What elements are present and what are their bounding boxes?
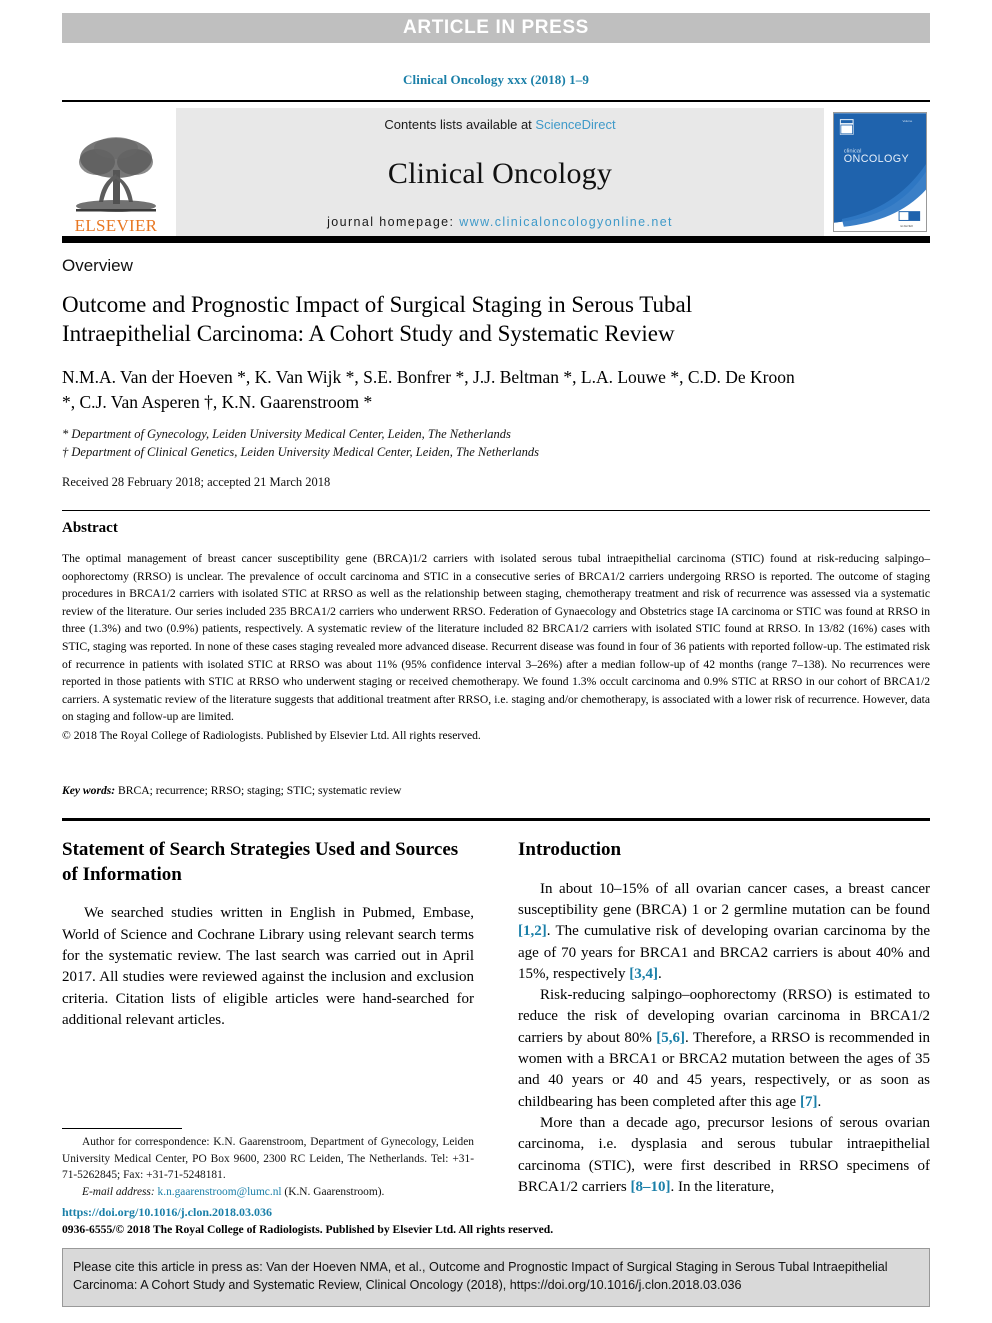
svg-text:ONCOLOGY: ONCOLOGY [844, 153, 909, 165]
keywords-label: Key words: [62, 784, 116, 797]
citation-ref-3-4[interactable]: [3,4] [629, 966, 658, 982]
page-title: Outcome and Prognostic Impact of Surgica… [62, 292, 693, 347]
email-label: E-mail address: [82, 1185, 155, 1198]
intro-p1-text-c: . [657, 965, 662, 982]
abstract-section: Abstract The optimal management of breas… [62, 520, 930, 745]
keywords-line: Key words: BRCA; recurrence; RRSO; stagi… [62, 784, 930, 797]
abstract-heading: Abstract [62, 520, 118, 536]
citation-ref-5-6[interactable]: [5,6] [656, 1030, 685, 1046]
article-in-press-banner: ARTICLE IN PRESS [62, 13, 930, 43]
homepage-prefix: journal homepage: [327, 215, 460, 229]
correspondence-text: Author for correspondence: K.N. Gaarenst… [62, 1136, 474, 1182]
paper-page: ARTICLE IN PRESS Clinical Oncology xxx (… [0, 0, 992, 1323]
intro-p3-text-b: . In the literature, [670, 1178, 775, 1195]
intro-paragraph-3: More than a decade ago, precursor lesion… [518, 1113, 930, 1198]
email-link[interactable]: k.n.gaarenstroom@lumc.nl [155, 1186, 282, 1198]
intro-paragraph-1: In about 10–15% of all ovarian cancer ca… [518, 879, 930, 985]
left-column-paragraph-1: We searched studies written in English i… [62, 905, 474, 1028]
journal-masthead: ELSEVIER Contents lists available at Sci… [62, 100, 930, 236]
intro-paragraph-2: Risk-reducing salpingo–oophorectomy (RRS… [518, 985, 930, 1113]
contents-prefix: Contents lists available at [384, 117, 536, 132]
right-column: Introduction In about 10–15% of all ovar… [518, 838, 930, 1198]
elsevier-wordmark: ELSEVIER [74, 216, 158, 235]
email-suffix: (K.N. Gaarenstroom). [281, 1185, 385, 1198]
doi-block: https://doi.org/10.1016/j.clon.2018.03.0… [62, 1203, 662, 1238]
elsevier-tree-icon [76, 137, 156, 212]
cite-this-article-box: Please cite this article in press as: Va… [62, 1248, 930, 1307]
svg-text:ELSEVIER: ELSEVIER [901, 225, 914, 228]
journal-title: Clinical Oncology [387, 156, 613, 190]
keywords-value: BRCA; recurrence; RRSO; staging; STIC; s… [115, 784, 402, 797]
svg-text:Volume: Volume [903, 119, 913, 123]
intro-p1-text-b: . The cumulative risk of developing ovar… [518, 923, 930, 982]
affiliation-2: † Department of Clinical Genetics, Leide… [62, 444, 540, 459]
intro-p1-text-a: In about 10–15% of all ovarian cancer ca… [518, 880, 930, 918]
footnote-divider [62, 1128, 182, 1129]
abstract-body: The optimal management of breast cancer … [62, 552, 930, 724]
email-line: E-mail address: k.n.gaarenstroom@lumc.nl… [62, 1184, 474, 1201]
section-heading-search-strategies: Statement of Search Strategies Used and … [62, 839, 459, 885]
sciencedirect-link[interactable]: ScienceDirect [535, 117, 615, 132]
journal-homepage-link[interactable]: www.clinicaloncologyonline.net [459, 215, 673, 229]
affiliation-1: * Department of Gynecology, Leiden Unive… [62, 426, 511, 441]
contents-band: Contents lists available at ScienceDirec… [176, 108, 824, 236]
citation-ref-7[interactable]: [7] [800, 1094, 818, 1110]
issn-copyright-line: 0936-6555/© 2018 The Royal College of Ra… [62, 1223, 554, 1236]
article-header: Overview Outcome and Prognostic Impact o… [62, 256, 930, 490]
received-accepted-dates: Received 28 February 2018; accepted 21 M… [62, 474, 331, 489]
contents-available-line: Contents lists available at ScienceDirec… [384, 117, 615, 132]
abstract-bottom-rule [62, 818, 930, 821]
journal-homepage-line: journal homepage: www.clinicaloncologyon… [327, 215, 673, 229]
article-type-label: Overview [62, 256, 133, 275]
abstract-copyright: © 2018 The Royal College of Radiologists… [62, 729, 481, 743]
intro-p2-text-c: . [817, 1093, 822, 1110]
citation-ref-8-10[interactable]: [8–10] [630, 1179, 670, 1195]
correspondence-footnote: Author for correspondence: K.N. Gaarenst… [62, 1134, 474, 1200]
journal-cover-thumbnail[interactable]: clinical ONCOLOGY ELSEVIER Volume [833, 112, 927, 232]
abstract-top-rule [62, 510, 930, 511]
author-list: N.M.A. Van der Hoeven *, K. Van Wijk *, … [62, 366, 795, 413]
section-heading-introduction: Introduction [518, 839, 622, 860]
elsevier-logo: ELSEVIER [62, 108, 170, 236]
journal-cover-art: clinical ONCOLOGY ELSEVIER Volume [834, 113, 926, 231]
journal-cover-cell: clinical ONCOLOGY ELSEVIER Volume [830, 108, 930, 236]
masthead-bottom-rule [62, 236, 930, 243]
doi-link[interactable]: https://doi.org/10.1016/j.clon.2018.03.0… [62, 1203, 662, 1221]
citation-ref-1-2[interactable]: [1,2] [518, 923, 547, 939]
journal-running-head[interactable]: Clinical Oncology xxx (2018) 1–9 [0, 72, 992, 88]
